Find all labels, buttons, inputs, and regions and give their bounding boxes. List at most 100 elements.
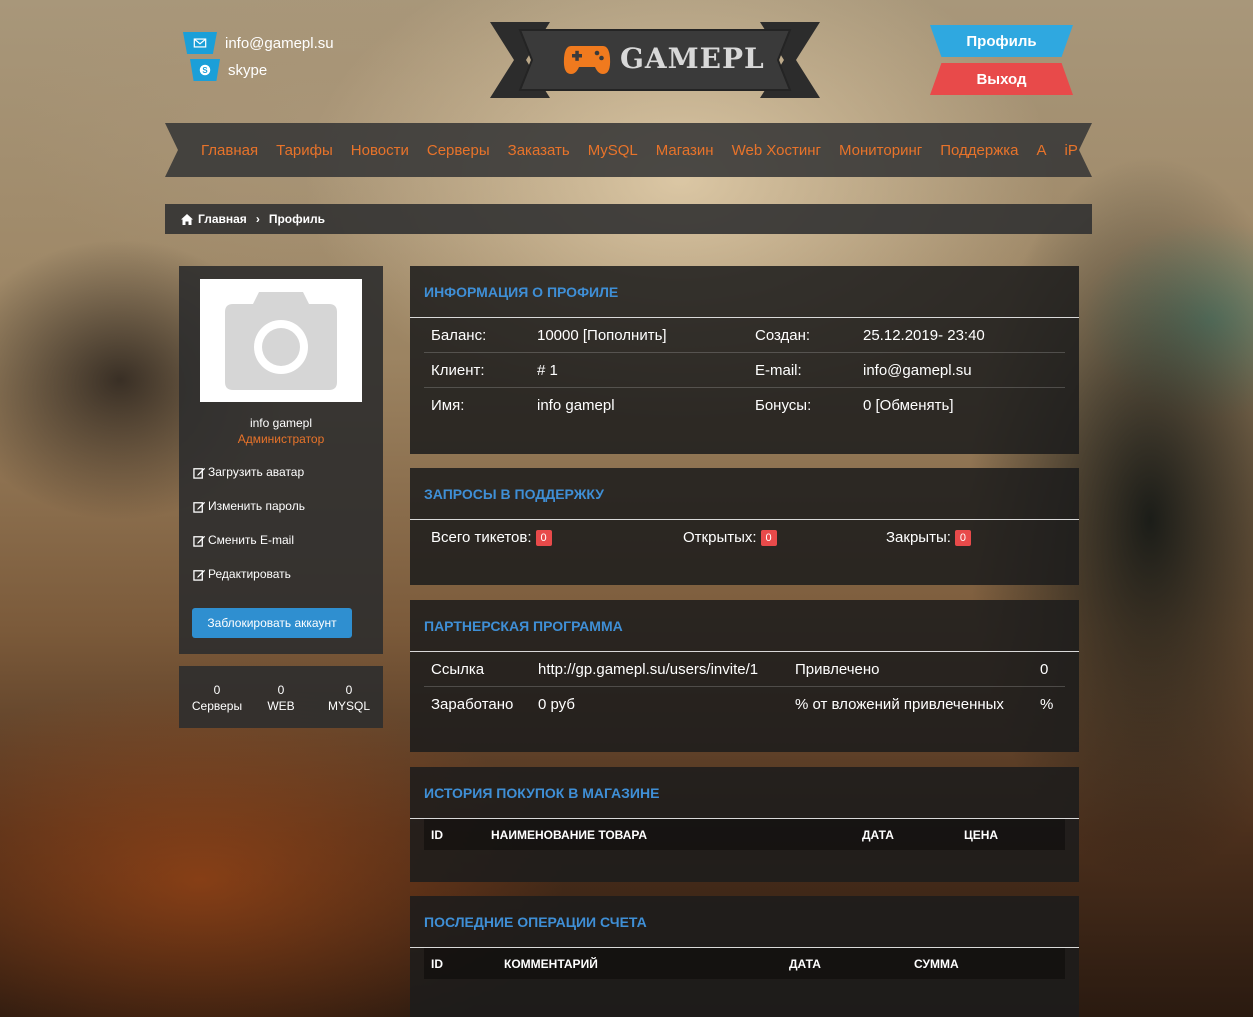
tickets-open-badge: 0	[760, 530, 777, 547]
upload-avatar-label: Загрузить аватар	[208, 465, 305, 479]
nav-item-mysql[interactable]: MySQL	[588, 142, 638, 159]
skype-icon: S	[190, 59, 220, 81]
tickets-closed-badge: 0	[954, 530, 972, 547]
stat-web-label: WEB	[267, 699, 295, 713]
column-header: СУММА	[914, 957, 959, 971]
stat-mysql-value: 0	[345, 683, 353, 697]
column-header: ДАТА	[862, 828, 894, 842]
email-label: E-mail:	[755, 362, 802, 379]
shop-history-panel: ИСТОРИЯ ПОКУПОК В МАГАЗИНЕ ID НАИМЕНОВАН…	[410, 767, 1079, 882]
logout-button[interactable]: Выход	[930, 63, 1073, 95]
tickets-total-badge: 0	[535, 530, 552, 547]
contact-skype[interactable]: S skype	[190, 59, 267, 81]
balance-value[interactable]: 10000 [Пополнить]	[537, 327, 667, 344]
created-label: Создан:	[755, 327, 811, 344]
profile-button[interactable]: Профиль	[930, 25, 1073, 57]
support-title: ЗАПРОСЫ В ПОДДЕРЖКУ	[410, 468, 1079, 520]
profile-info-title: ИНФОРМАЦИЯ О ПРОФИЛЕ	[410, 266, 1079, 318]
partner-earned-label: Заработано	[431, 696, 514, 713]
stat-web[interactable]: 0 WEB	[261, 682, 301, 714]
change-password-link[interactable]: Изменить пароль	[193, 499, 305, 513]
edit-icon	[193, 501, 206, 513]
nav-item-news[interactable]: Новости	[351, 142, 409, 159]
tickets-total-label: Всего тикетов:	[431, 529, 532, 546]
tickets-closed[interactable]: Закрыты: 0	[886, 529, 972, 547]
support-panel: ЗАПРОСЫ В ПОДДЕРЖКУ Всего тикетов: 0 Откр…	[410, 468, 1079, 585]
nav-item-shop[interactable]: Магазин	[656, 142, 714, 159]
name-label: Имя:	[431, 397, 465, 414]
column-header: НАИМЕНОВАНИЕ ТОВАРА	[491, 828, 648, 842]
partner-link-label: Ссылка	[431, 661, 485, 678]
breadcrumb-home[interactable]: Главная	[198, 212, 247, 226]
partner-invited-value: 0	[1040, 661, 1049, 678]
profile-row-name: Имя: info gamepl Бонусы: 0 [Обменять]	[424, 388, 1065, 423]
stat-servers-label: Серверы	[191, 699, 243, 713]
svg-text:S: S	[202, 66, 207, 75]
home-icon	[181, 213, 193, 225]
contact-email-text: info@gamepl.su	[225, 34, 334, 52]
partner-row-earned: Заработано 0 руб % от вложений привлечен…	[424, 687, 1065, 722]
edit-icon	[193, 569, 206, 581]
avatar[interactable]	[200, 279, 362, 402]
site-logo[interactable]: GAMEPL	[490, 18, 820, 102]
breadcrumb-separator: ›	[255, 212, 260, 226]
nav-item-tariffs[interactable]: Тарифы	[276, 142, 333, 159]
partner-earned-value: 0 руб	[538, 696, 575, 713]
partner-link-value[interactable]: http://gp.gamepl.su/users/invite/1	[538, 661, 758, 678]
logo-text: GAMEPL	[620, 42, 765, 75]
profile-row-client: Клиент: # 1 E-mail: info@gamepl.su	[424, 353, 1065, 388]
created-value: 25.12.2019- 23:40	[863, 327, 985, 344]
column-header: ID	[431, 828, 443, 842]
contact-skype-text: skype	[228, 61, 268, 79]
tickets-open-label: Открытых:	[683, 529, 757, 546]
partner-panel: ПАРТНЕРСКАЯ ПРОГРАММА Ссылка http://gp.g…	[410, 600, 1079, 752]
profile-username: info gamepl	[249, 416, 313, 430]
partner-percent-value: %	[1040, 696, 1054, 713]
operations-header: ID КОММЕНТАРИЙ ДАТА СУММА	[424, 948, 1065, 979]
bonus-label: Бонусы:	[755, 397, 812, 414]
client-label: Клиент:	[431, 362, 485, 379]
partner-percent-label: % от вложений привлеченных	[795, 696, 1004, 713]
nav-item-monitoring[interactable]: Мониторинг	[839, 142, 922, 159]
main-nav: Главная Тарифы Новости Серверы Заказать …	[165, 123, 1092, 177]
profile-role: Администратор	[237, 432, 325, 446]
name-value: info gamepl	[537, 397, 615, 414]
shop-history-header: ID НАИМЕНОВАНИЕ ТОВАРА ДАТА ЦЕНА	[424, 819, 1065, 850]
upload-avatar-link[interactable]: Загрузить аватар	[193, 465, 304, 479]
nav-item-a[interactable]: A	[1036, 142, 1046, 159]
change-password-label: Изменить пароль	[208, 499, 305, 513]
contact-email[interactable]: info@gamepl.su	[183, 32, 334, 54]
tickets-open[interactable]: Открытых: 0	[683, 529, 777, 547]
edit-icon	[193, 467, 206, 479]
stat-mysql[interactable]: 0 MYSQL	[325, 682, 373, 714]
tickets-total[interactable]: Всего тикетов: 0	[431, 529, 552, 547]
column-header: ID	[431, 957, 443, 971]
edit-profile-label: Редактировать	[208, 567, 291, 581]
edit-icon	[193, 535, 206, 547]
nav-item-home[interactable]: Главная	[201, 142, 258, 159]
profile-info-panel: ИНФОРМАЦИЯ О ПРОФИЛЕ Баланс: 10000 [Попо…	[410, 266, 1079, 454]
camera-icon	[225, 291, 337, 390]
breadcrumb: Главная › Профиль	[165, 204, 1092, 234]
stat-servers[interactable]: 0 Серверы	[191, 682, 243, 714]
balance-label: Баланс:	[431, 327, 487, 344]
operations-panel: ПОСЛЕДНИЕ ОПЕРАЦИИ СЧЕТА ID КОММЕНТАРИЙ …	[410, 896, 1079, 1017]
block-account-button[interactable]: Заблокировать аккаунт	[192, 608, 352, 638]
stat-mysql-label: MYSQL	[327, 699, 370, 713]
partner-invited-label: Привлечено	[795, 661, 880, 678]
envelope-icon	[183, 32, 217, 54]
services-stats: 0 Серверы 0 WEB 0 MYSQL	[179, 666, 383, 728]
bonus-value[interactable]: 0 [Обменять]	[863, 397, 954, 414]
change-email-label: Сменить E-mail	[208, 533, 295, 547]
nav-item-support[interactable]: Поддержка	[940, 142, 1018, 159]
profile-sidebar: info gamepl Администратор Загрузить ават…	[179, 266, 383, 654]
edit-profile-link[interactable]: Редактировать	[193, 567, 291, 581]
change-email-link[interactable]: Сменить E-mail	[193, 533, 294, 547]
nav-item-servers[interactable]: Серверы	[427, 142, 490, 159]
nav-item-ip[interactable]: iP	[1065, 142, 1078, 159]
nav-item-web-hosting[interactable]: Web Хостинг	[732, 142, 821, 159]
nav-item-order[interactable]: Заказать	[508, 142, 570, 159]
column-header: ДАТА	[789, 957, 821, 971]
breadcrumb-current: Профиль	[268, 212, 325, 226]
partner-row-link: Ссылка http://gp.gamepl.su/users/invite/…	[424, 652, 1065, 687]
